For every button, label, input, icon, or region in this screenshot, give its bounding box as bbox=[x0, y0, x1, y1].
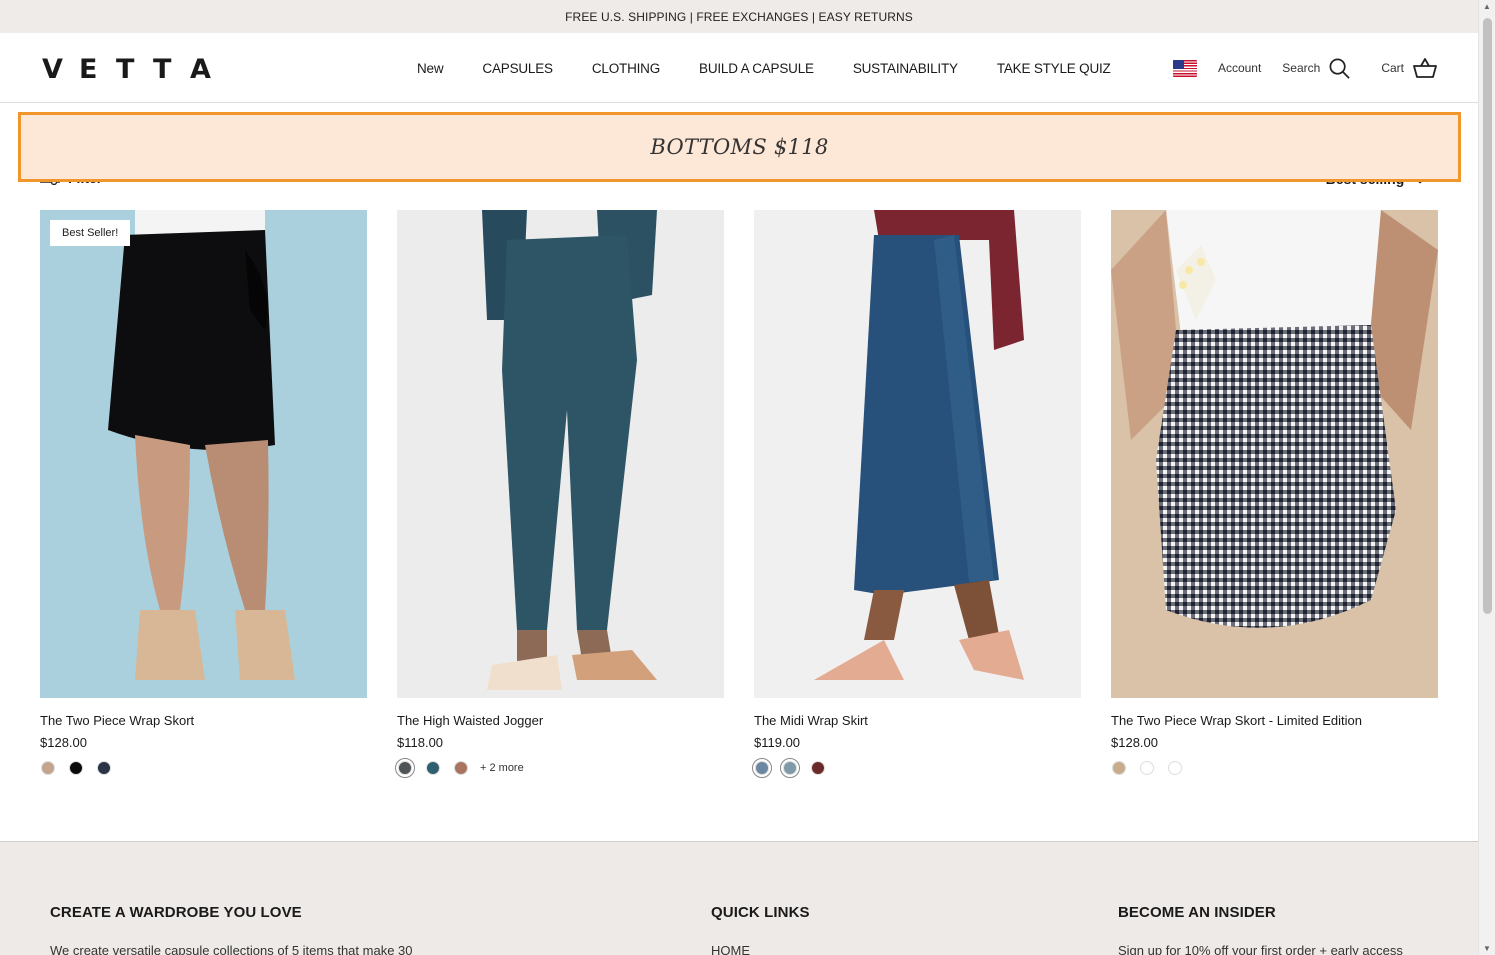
collection-title: BOTTOMS $118 bbox=[650, 135, 829, 159]
footer-heading: BECOME AN INSIDER bbox=[1118, 904, 1276, 921]
page: FREE U.S. SHIPPING | FREE EXCHANGES | EA… bbox=[0, 0, 1478, 955]
logo-letter: V bbox=[42, 54, 63, 85]
color-swatches: + 2 more bbox=[395, 758, 724, 778]
best-seller-badge: Best Seller! bbox=[50, 220, 131, 246]
search-button[interactable]: Search bbox=[1282, 57, 1351, 80]
nav-capsules[interactable]: CAPSULES bbox=[482, 61, 553, 76]
color-swatch[interactable] bbox=[454, 761, 468, 775]
color-swatch[interactable] bbox=[752, 758, 772, 778]
footer-link-home[interactable]: HOME bbox=[711, 943, 810, 955]
product-image[interactable] bbox=[1111, 210, 1438, 698]
nav-new[interactable]: New bbox=[417, 61, 444, 76]
announcement-text: FREE U.S. SHIPPING | FREE EXCHANGES | EA… bbox=[565, 9, 913, 24]
color-swatch[interactable] bbox=[811, 761, 825, 775]
footer-heading: CREATE A WARDROBE YOU LOVE bbox=[50, 904, 302, 921]
midi-skirt-photo bbox=[754, 210, 1081, 698]
announcement-bar: FREE U.S. SHIPPING | FREE EXCHANGES | EA… bbox=[0, 0, 1478, 33]
color-swatch[interactable] bbox=[1168, 761, 1182, 775]
wrap-skort-photo bbox=[40, 210, 367, 698]
product-image[interactable] bbox=[754, 210, 1081, 698]
collection-banner: BOTTOMS $118 bbox=[18, 112, 1461, 182]
product-card[interactable]: The High Waisted Jogger $118.00 + 2 more bbox=[395, 210, 724, 778]
product-price: $119.00 bbox=[754, 735, 801, 750]
product-name[interactable]: The Two Piece Wrap Skort - Limited Editi… bbox=[1111, 713, 1438, 728]
logo-letter: A bbox=[190, 54, 211, 85]
color-swatch[interactable] bbox=[395, 758, 415, 778]
more-colors-link[interactable]: + 2 more bbox=[480, 762, 524, 774]
product-image[interactable] bbox=[397, 210, 724, 698]
product-grid: Best Seller! The Two Piece Wrap Skort $1… bbox=[40, 210, 1438, 778]
scroll-up-icon[interactable]: ▲ bbox=[1483, 2, 1491, 11]
header-utilities: Account Search Cart bbox=[1172, 33, 1438, 103]
logo-letter: T bbox=[153, 54, 172, 85]
footer-text: Sign up for 10% off your first order + e… bbox=[1118, 943, 1403, 955]
cart-button[interactable]: Cart bbox=[1381, 57, 1438, 79]
nav-sustainability[interactable]: SUSTAINABILITY bbox=[853, 61, 958, 76]
us-flag-icon[interactable] bbox=[1172, 59, 1197, 77]
scrollbar-thumb[interactable] bbox=[1483, 18, 1492, 614]
logo-letter: E bbox=[79, 54, 98, 85]
jogger-photo bbox=[397, 210, 724, 698]
footer-newsletter: BECOME AN INSIDER Sign up for 10% off yo… bbox=[1118, 904, 1403, 955]
basket-icon bbox=[1413, 58, 1437, 78]
color-swatches bbox=[40, 761, 367, 775]
color-swatch[interactable] bbox=[41, 761, 55, 775]
search-icon bbox=[1329, 58, 1351, 79]
site-footer: CREATE A WARDROBE YOU LOVE We create ver… bbox=[0, 841, 1478, 955]
color-swatch[interactable] bbox=[1140, 761, 1154, 775]
logo-letter: T bbox=[116, 54, 135, 85]
color-swatch[interactable] bbox=[426, 761, 440, 775]
nav-take-style-quiz[interactable]: TAKE STYLE QUIZ bbox=[997, 61, 1111, 76]
footer-quick-links: QUICK LINKS HOME bbox=[711, 904, 810, 955]
nav-build-a-capsule[interactable]: BUILD A CAPSULE bbox=[699, 61, 814, 76]
color-swatch[interactable] bbox=[780, 758, 800, 778]
color-swatch[interactable] bbox=[97, 761, 111, 775]
nav-clothing[interactable]: CLOTHING bbox=[592, 61, 660, 76]
product-price: $118.00 bbox=[397, 735, 444, 750]
color-swatch[interactable] bbox=[69, 761, 83, 775]
vetta-logo[interactable]: V E T T A bbox=[42, 54, 227, 85]
color-swatches bbox=[1111, 761, 1438, 775]
product-name[interactable]: The High Waisted Jogger bbox=[397, 713, 724, 728]
product-price: $128.00 bbox=[1111, 735, 1158, 750]
account-link[interactable]: Account bbox=[1218, 61, 1261, 75]
vertical-scrollbar[interactable]: ▲ ▼ bbox=[1478, 0, 1495, 955]
product-name[interactable]: The Midi Wrap Skirt bbox=[754, 713, 1081, 728]
main-nav: New CAPSULES CLOTHING BUILD A CAPSULE SU… bbox=[417, 33, 1111, 103]
gingham-skort-photo bbox=[1111, 210, 1438, 698]
color-swatches bbox=[752, 758, 1081, 778]
product-image[interactable]: Best Seller! bbox=[40, 210, 367, 698]
product-name[interactable]: The Two Piece Wrap Skort bbox=[40, 713, 367, 728]
footer-text: We create versatile capsule collections … bbox=[50, 943, 413, 955]
footer-heading: QUICK LINKS bbox=[711, 904, 810, 921]
footer-about: CREATE A WARDROBE YOU LOVE We create ver… bbox=[50, 904, 413, 955]
product-card[interactable]: The Midi Wrap Skirt $119.00 bbox=[752, 210, 1081, 778]
product-card[interactable]: The Two Piece Wrap Skort - Limited Editi… bbox=[1111, 210, 1438, 775]
scroll-down-icon[interactable]: ▼ bbox=[1483, 944, 1491, 953]
product-price: $128.00 bbox=[40, 735, 87, 750]
site-header: V E T T A New CAPSULES CLOTHING BUILD A … bbox=[0, 33, 1478, 103]
product-card[interactable]: Best Seller! The Two Piece Wrap Skort $1… bbox=[40, 210, 367, 775]
color-swatch[interactable] bbox=[1112, 761, 1126, 775]
